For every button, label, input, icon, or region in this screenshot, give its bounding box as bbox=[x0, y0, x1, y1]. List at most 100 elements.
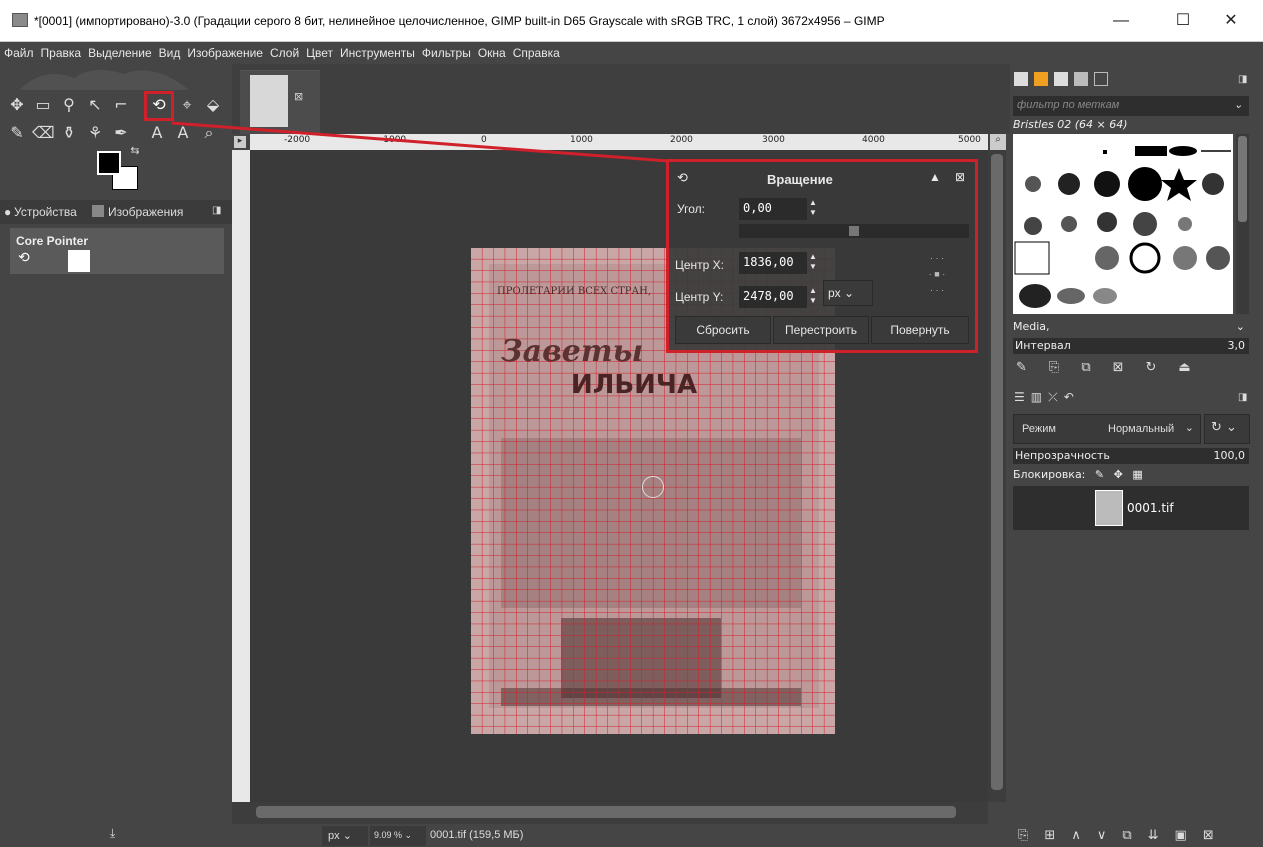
palettes-tab-icon[interactable] bbox=[1074, 72, 1088, 86]
opacity-row[interactable]: Непрозрачность 100,0 bbox=[1013, 448, 1249, 464]
layer-mode-select[interactable]: Режим Нормальный ⌄ bbox=[1013, 414, 1201, 444]
unit-select[interactable]: px ⌄ bbox=[823, 280, 873, 306]
lock-position-icon[interactable]: ✥ bbox=[1114, 468, 1123, 481]
open-brush-icon[interactable]: ⏏ bbox=[1178, 360, 1190, 375]
perspective-tool-icon[interactable]: ⌖ bbox=[176, 94, 198, 116]
vertical-scrollbar[interactable] bbox=[988, 150, 1006, 802]
lock-alpha-icon[interactable]: ▦ bbox=[1132, 468, 1142, 481]
center-x-input[interactable]: 1836,00 bbox=[739, 252, 807, 274]
move-tool-icon[interactable]: ✥ bbox=[6, 94, 28, 116]
clone-tool-icon[interactable]: ⚱ bbox=[58, 122, 80, 144]
fuzzy-select-tool-icon[interactable]: ↖ bbox=[84, 94, 106, 116]
pivot-selector[interactable]: · · · · ■ · · · · bbox=[905, 250, 969, 298]
menu-image[interactable]: Изображение bbox=[183, 42, 266, 60]
undo-history-tab-icon[interactable]: ↶ bbox=[1064, 390, 1074, 405]
horizontal-scrollbar[interactable] bbox=[250, 802, 988, 824]
rotation-center-crosshair[interactable] bbox=[642, 476, 664, 498]
close-image-tab-icon[interactable]: ⊠ bbox=[294, 90, 303, 103]
dock-menu-icon[interactable]: ◨ bbox=[1238, 74, 1247, 85]
refresh-brushes-icon[interactable]: ↻ bbox=[1146, 360, 1157, 375]
brush-tag-row[interactable]: Media, ⌄ bbox=[1013, 320, 1249, 333]
center-y-input[interactable]: 2478,00 bbox=[739, 286, 807, 308]
tab-devices[interactable]: Устройства bbox=[14, 205, 77, 219]
menu-tools[interactable]: Инструменты bbox=[336, 42, 418, 60]
navigate-corner-icon[interactable] bbox=[232, 802, 250, 824]
paths-tab-icon[interactable]: ⤫ bbox=[1048, 390, 1058, 405]
toolbox-tabs: ● Устройства Изображения ◨ bbox=[0, 200, 232, 224]
brush-spacing-row[interactable]: Интервал 3,0 bbox=[1013, 338, 1249, 354]
menu-windows[interactable]: Окна bbox=[474, 42, 509, 60]
menu-edit[interactable]: Правка bbox=[37, 42, 85, 60]
raise-layer-icon[interactable]: ∧ bbox=[1071, 828, 1081, 843]
reset-button[interactable]: Сбросить bbox=[675, 316, 771, 344]
duplicate-layer-icon[interactable]: ⧉ bbox=[1122, 828, 1131, 843]
text-tool-icon[interactable]: A bbox=[146, 122, 168, 144]
layer-row[interactable]: 0001.tif bbox=[1013, 486, 1249, 530]
layers-tab-icon[interactable]: ☰ bbox=[1014, 390, 1025, 405]
layer-dock-menu-icon[interactable]: ◨ bbox=[1238, 392, 1247, 403]
center-y-label: Центр Y: bbox=[675, 290, 724, 304]
angle-slider[interactable] bbox=[739, 224, 969, 238]
eraser-tool-icon[interactable]: ⌫ bbox=[32, 122, 55, 144]
zoom-fit-icon[interactable]: ⌕ bbox=[990, 134, 1006, 150]
merge-layer-icon[interactable]: ⇊ bbox=[1148, 828, 1159, 843]
tab-images[interactable]: Изображения bbox=[108, 205, 183, 219]
devices-tab-icon: ● bbox=[4, 205, 12, 219]
brush-tag-filter-input[interactable]: фильтр по меткам ⌄ bbox=[1013, 96, 1249, 116]
dialog-float-icon[interactable]: ▲ bbox=[929, 170, 941, 184]
zoom-tool-icon[interactable]: ⌕ bbox=[198, 122, 220, 144]
swap-colors-icon[interactable]: ⇆ bbox=[124, 140, 146, 162]
menu-colors[interactable]: Цвет bbox=[302, 42, 336, 60]
rotate-dialog-title: Вращение bbox=[767, 172, 833, 187]
menu-layer[interactable]: Слой bbox=[266, 42, 302, 60]
readjust-button[interactable]: Перестроить bbox=[773, 316, 869, 344]
angle-input[interactable]: 0,00 bbox=[739, 198, 807, 220]
image-tab-thumbnail[interactable] bbox=[240, 70, 320, 134]
delete-layer-icon[interactable]: ⊠ bbox=[1203, 828, 1214, 843]
menu-help[interactable]: Справка bbox=[509, 42, 563, 60]
lower-layer-icon[interactable]: ∨ bbox=[1097, 828, 1107, 843]
fonts-tab-icon[interactable] bbox=[1054, 72, 1068, 86]
status-unit-select[interactable]: px ⌄ bbox=[322, 826, 368, 846]
center-x-spin-icon[interactable]: ▲ ▼ bbox=[807, 252, 819, 274]
free-select-tool-icon[interactable]: ⚲ bbox=[58, 94, 80, 116]
new-brush-icon[interactable]: ⎘ bbox=[1049, 360, 1059, 375]
rect-select-tool-icon[interactable]: ▭ bbox=[32, 94, 54, 116]
dialog-close-icon[interactable]: ⊠ bbox=[955, 170, 965, 184]
smudge-tool-icon[interactable]: ⚘ bbox=[84, 122, 106, 144]
patterns-tab-icon[interactable] bbox=[1034, 72, 1048, 86]
new-layer-icon[interactable]: ⎘ bbox=[1018, 828, 1028, 843]
minimize-button[interactable]: — bbox=[1098, 8, 1144, 34]
new-layer-group-icon[interactable]: ⊞ bbox=[1044, 828, 1055, 843]
composite-mode-select[interactable]: ↻ ⌄ bbox=[1204, 414, 1250, 444]
tab-menu-icon[interactable]: ◨ bbox=[212, 205, 221, 216]
brush-grid[interactable] bbox=[1013, 134, 1233, 314]
lock-pixels-icon[interactable]: ✎ bbox=[1095, 468, 1104, 481]
delete-brush-icon[interactable]: ⊠ bbox=[1113, 360, 1124, 375]
bucket-fill-tool-icon[interactable]: ⬙ bbox=[202, 94, 224, 116]
menu-view[interactable]: Вид bbox=[155, 42, 184, 60]
center-y-spin-icon[interactable]: ▲ ▼ bbox=[807, 286, 819, 308]
zoom-value: 9.09 % bbox=[374, 830, 403, 840]
crop-tool-icon[interactable]: ⌐ bbox=[110, 94, 132, 116]
quick-mask-toggle[interactable]: ▸ bbox=[234, 136, 246, 148]
foreground-color-swatch[interactable] bbox=[97, 151, 121, 175]
menu-filters[interactable]: Фильтры bbox=[418, 42, 474, 60]
channels-tab-icon[interactable]: ▥ bbox=[1031, 390, 1042, 405]
export-icon[interactable]: ⤓ bbox=[110, 826, 115, 841]
menu-file[interactable]: Файл bbox=[0, 42, 37, 60]
brush-grid-scrollbar[interactable] bbox=[1236, 134, 1249, 314]
maximize-button[interactable]: ☐ bbox=[1160, 8, 1206, 34]
angle-spin-icon[interactable]: ▲ ▼ bbox=[807, 198, 819, 220]
close-button[interactable]: ✕ bbox=[1208, 8, 1254, 34]
layer-mask-icon[interactable]: ▣ bbox=[1175, 828, 1187, 843]
text-style-tool-icon[interactable]: Ä bbox=[172, 122, 194, 144]
menu-select[interactable]: Выделение bbox=[84, 42, 155, 60]
document-history-tab-icon[interactable] bbox=[1094, 72, 1108, 86]
duplicate-brush-icon[interactable]: ⧉ bbox=[1081, 360, 1090, 375]
edit-brush-icon[interactable]: ✎ bbox=[1016, 360, 1027, 375]
brushes-tab-icon[interactable] bbox=[1014, 72, 1028, 86]
rotate-button[interactable]: Повернуть bbox=[871, 316, 969, 344]
paintbrush-tool-icon[interactable]: ✎ bbox=[6, 122, 28, 144]
zoom-select[interactable]: 9.09 % ⌄ bbox=[370, 826, 426, 846]
